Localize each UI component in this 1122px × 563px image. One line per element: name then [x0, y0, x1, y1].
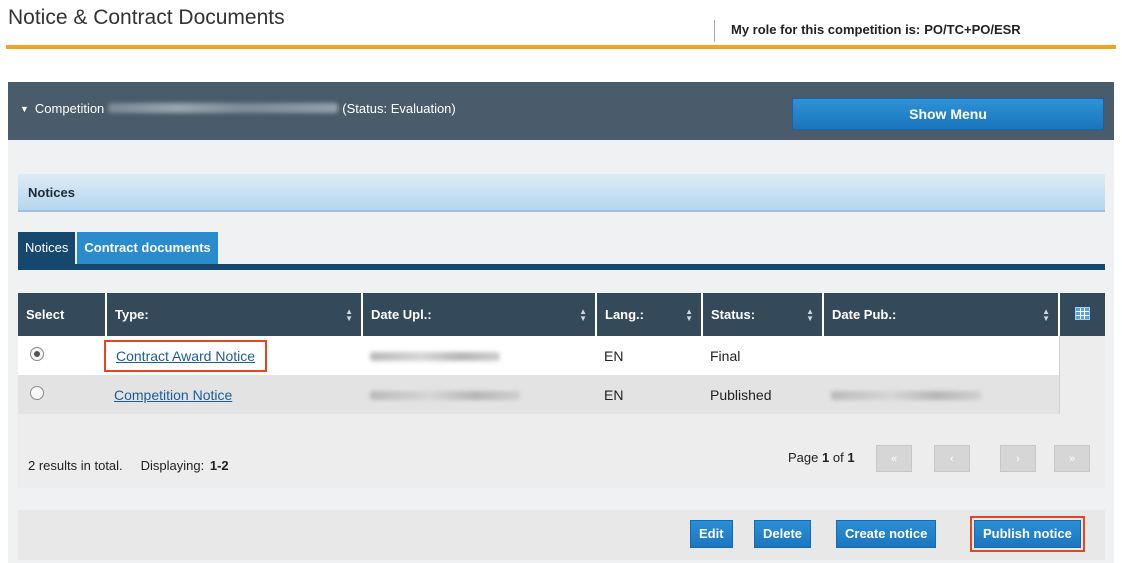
table-columns-icon[interactable]: [1075, 306, 1090, 320]
sort-icon[interactable]: ▲ ▼: [579, 308, 587, 323]
section-title: Notices: [18, 174, 1105, 212]
competition-label: Competition: [34, 101, 105, 116]
page-indicator: Page 1 of 1: [788, 450, 855, 465]
table-row: Contract Award Notice EN Final: [18, 336, 1105, 375]
sort-icon[interactable]: ▲ ▼: [806, 308, 814, 323]
competition-bar: ▼ Competition (Status: Evaluation) Show Me…: [8, 82, 1114, 140]
highlight-box: Contract Award Notice: [104, 339, 268, 372]
results-summary: 2 results in total. Displaying: 1-2: [28, 458, 229, 473]
redacted-date-published: [831, 390, 981, 400]
role-value: PO/TC+PO/ESR: [924, 22, 1021, 37]
header-divider: [6, 45, 1116, 49]
next-page-button[interactable]: ›: [1000, 445, 1036, 472]
role-label: My role for this competition is:: [731, 22, 921, 37]
tab-contract-documents[interactable]: Contract documents: [77, 232, 218, 264]
sort-icon[interactable]: ▲ ▼: [685, 308, 693, 323]
column-chooser[interactable]: [1059, 293, 1105, 336]
status-cell: Published: [702, 375, 823, 414]
competition-toggle[interactable]: ▼ Competition (Status: Evaluation): [20, 101, 456, 116]
column-header-select: Select: [18, 293, 107, 336]
column-header-date-uploaded[interactable]: Date Upl.: ▲ ▼: [362, 293, 597, 336]
table-footer: 2 results in total. Displaying: 1-2 Page …: [18, 418, 1105, 488]
page-title: Notice & Contract Documents: [8, 6, 285, 29]
delete-button[interactable]: Delete: [754, 520, 812, 548]
notices-panel: Notices Notices Contract documents Select…: [8, 140, 1114, 563]
notices-table: Select Type: ▲ ▼ Date Upl.: ▲ ▼ Lang.: ▲ ▼ Sta…: [18, 293, 1105, 488]
column-header-type[interactable]: Type: ▲ ▼: [106, 293, 363, 336]
caret-down-icon: ▼: [20, 104, 29, 114]
column-header-date-published[interactable]: Date Pub.: ▲ ▼: [823, 293, 1060, 336]
previous-page-button[interactable]: ‹: [934, 445, 970, 472]
last-page-button[interactable]: »: [1054, 445, 1090, 472]
redacted-competition-name: [108, 103, 339, 113]
notice-link[interactable]: Contract Award Notice: [116, 348, 255, 364]
row-select-radio[interactable]: [30, 386, 44, 400]
action-bar: Edit Delete Create notice Publish notice: [18, 510, 1105, 560]
show-menu-button[interactable]: Show Menu: [792, 98, 1104, 130]
language-cell: EN: [596, 336, 702, 375]
tab-underline: [18, 264, 1105, 270]
tab-notices[interactable]: Notices: [18, 232, 76, 264]
redacted-date-uploaded: [370, 390, 520, 400]
notice-link[interactable]: Competition Notice: [114, 387, 232, 403]
competition-status: (Status: Evaluation): [342, 101, 456, 116]
row-select-radio[interactable]: [30, 347, 44, 361]
publish-notice-button[interactable]: Publish notice: [970, 516, 1085, 552]
column-header-language[interactable]: Lang.: ▲ ▼: [596, 293, 703, 336]
sort-icon[interactable]: ▲ ▼: [345, 308, 353, 323]
date-published-cell: [823, 336, 1059, 375]
table-row: Competition Notice EN Published: [18, 375, 1105, 414]
edit-button[interactable]: Edit: [690, 520, 733, 548]
column-header-status[interactable]: Status: ▲ ▼: [702, 293, 824, 336]
status-cell: Final: [702, 336, 823, 375]
language-cell: EN: [596, 375, 702, 414]
role-info: My role for this competition is: PO/TC+PO…: [714, 20, 1021, 42]
sort-icon[interactable]: ▲ ▼: [1042, 308, 1050, 323]
redacted-date-uploaded: [370, 351, 500, 361]
tab-bar: Notices Contract documents: [18, 232, 220, 264]
create-notice-button[interactable]: Create notice: [836, 520, 937, 548]
first-page-button[interactable]: «: [876, 445, 912, 472]
